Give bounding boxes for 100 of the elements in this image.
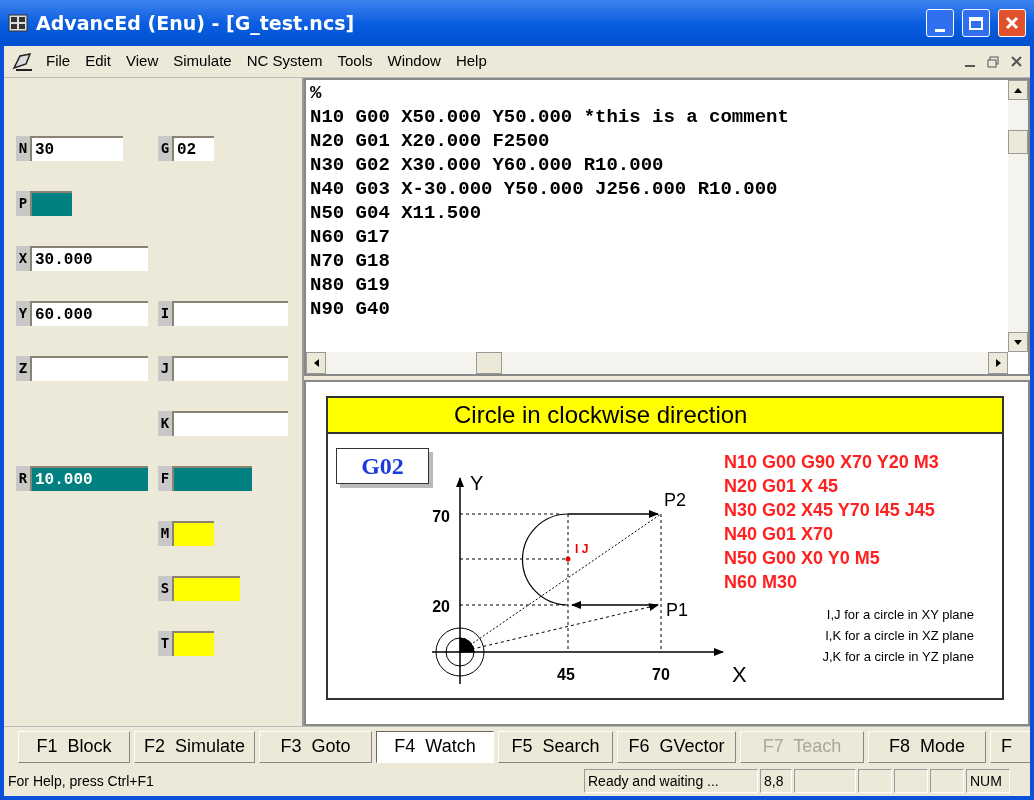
tick-label: 20 [432,598,450,615]
program-line: N40 G01 X70 [724,523,835,546]
input-field[interactable]: 60.000 [30,301,148,326]
note-text: J,K for a circle in YZ plane [822,648,974,666]
tick-label: 70 [432,508,450,525]
code-line: % [310,81,323,105]
note-text: I,K for a circle in XZ plane [825,627,974,645]
horizontal-scrollbar[interactable] [306,352,1008,374]
field-label: K [158,411,172,436]
scroll-down-button[interactable] [1008,332,1028,352]
field-label: M [158,521,172,546]
field-label: I [158,301,172,326]
field-label: P [16,191,30,216]
input-field[interactable] [30,191,72,216]
scroll-left-button[interactable] [306,352,326,374]
field-label: Z [16,356,30,381]
arrow-up-icon [1014,87,1022,93]
menu-item[interactable]: Edit [85,50,112,73]
document-pen-icon[interactable] [12,51,34,72]
center-label: I J [575,542,589,556]
point-label: P2 [664,490,687,510]
function-key-button[interactable]: F2 Simulate [134,730,255,763]
status-pane [930,769,964,793]
field-label: X [16,246,30,271]
field-label: R [16,466,30,491]
arrow-left-icon [313,359,319,367]
menu-item[interactable]: NC System [246,50,323,73]
code-line: N20 G01 X20.000 F2500 [310,129,551,153]
field-label: F [158,466,172,491]
menu-item[interactable]: Tools [337,50,373,73]
function-key-button[interactable]: F4 Watch [376,730,494,763]
arrow-right-icon [995,359,1001,367]
maximize-button[interactable] [962,9,990,37]
code-line: N70 G18 [310,249,391,273]
scroll-up-button[interactable] [1008,80,1028,100]
scroll-right-button[interactable] [988,352,1008,374]
code-line: N60 G17 [310,225,391,249]
status-pane [858,769,892,793]
status-pane: 8,8 [760,769,792,793]
status-pane: NUM [966,769,1010,793]
mdi-close-icon[interactable] [1011,56,1022,67]
program-line: N60 M30 [724,571,799,594]
function-key-button[interactable]: F6 GVector [617,730,736,763]
arrow-down-icon [1014,339,1022,345]
tick-label: 70 [652,666,670,683]
input-field[interactable] [172,301,288,326]
menu-item[interactable]: Window [387,50,441,73]
axis-label: X [732,662,747,687]
help-title: Circle in clockwise direction [328,398,1002,434]
status-pane [894,769,928,793]
mdi-minimize-icon[interactable] [965,64,975,67]
vertical-scrollbar[interactable] [1008,80,1028,352]
input-field[interactable] [172,631,214,656]
menu-item[interactable]: Simulate [173,50,232,73]
input-field[interactable]: 30.000 [30,246,148,271]
input-field[interactable] [172,466,252,491]
function-key-button[interactable]: F [990,730,1030,763]
code-line: N40 G03 X-30.000 Y50.000 J256.000 R10.000 [310,177,779,201]
code-line: N50 G04 X11.500 [310,201,483,225]
field-label: J [158,356,172,381]
program-line: N30 G02 X45 Y70 I45 J45 [724,499,936,522]
input-field[interactable] [172,411,288,436]
status-text: For Help, press Ctrl+F1 [7,771,155,791]
scroll-thumb[interactable] [476,352,502,374]
field-label: Y [16,301,30,326]
input-field[interactable]: 02 [172,136,214,161]
function-key-button[interactable]: F5 Search [498,730,613,763]
input-field[interactable] [30,356,148,381]
field-label: S [158,576,172,601]
field-label: T [158,631,172,656]
status-pane [794,769,856,793]
window-title: AdvancEd (Enu) - [G_test.ncs] [36,10,355,37]
function-key-button[interactable]: F1 Block [18,730,130,763]
code-line: N10 G00 X50.000 Y50.000 *this is a comment [310,105,790,129]
app-icon [8,13,28,33]
program-line: N10 G00 G90 X70 Y20 M3 [724,451,939,474]
code-line: N90 G40 [310,297,391,321]
menu-item[interactable]: File [46,50,71,73]
input-field[interactable] [172,521,214,546]
tick-label: 45 [557,666,575,683]
scroll-thumb[interactable] [1008,130,1028,154]
minimize-button[interactable] [926,9,954,37]
point-label: P1 [666,600,689,620]
code-line: N30 G02 X30.000 Y60.000 R10.000 [310,153,665,177]
input-field[interactable] [172,576,240,601]
field-label: G [158,136,172,161]
close-button[interactable] [998,9,1026,37]
axis-label: Y [470,472,484,494]
input-field[interactable] [172,356,288,381]
function-key-button[interactable]: F8 Mode [868,730,986,763]
input-field[interactable]: 30 [30,136,123,161]
input-field[interactable]: 10.000 [30,466,148,491]
menu-item[interactable]: Help [455,50,487,73]
function-key-button[interactable]: F3 Goto [259,730,372,763]
field-label: N [16,136,30,161]
menu-item[interactable]: View [126,50,159,73]
note-text: I,J for a circle in XY plane [826,606,974,624]
mdi-restore-icon[interactable] [987,55,999,68]
program-line: N50 G00 X0 Y0 M5 [724,547,881,570]
program-line: N20 G01 X 45 [724,475,840,498]
